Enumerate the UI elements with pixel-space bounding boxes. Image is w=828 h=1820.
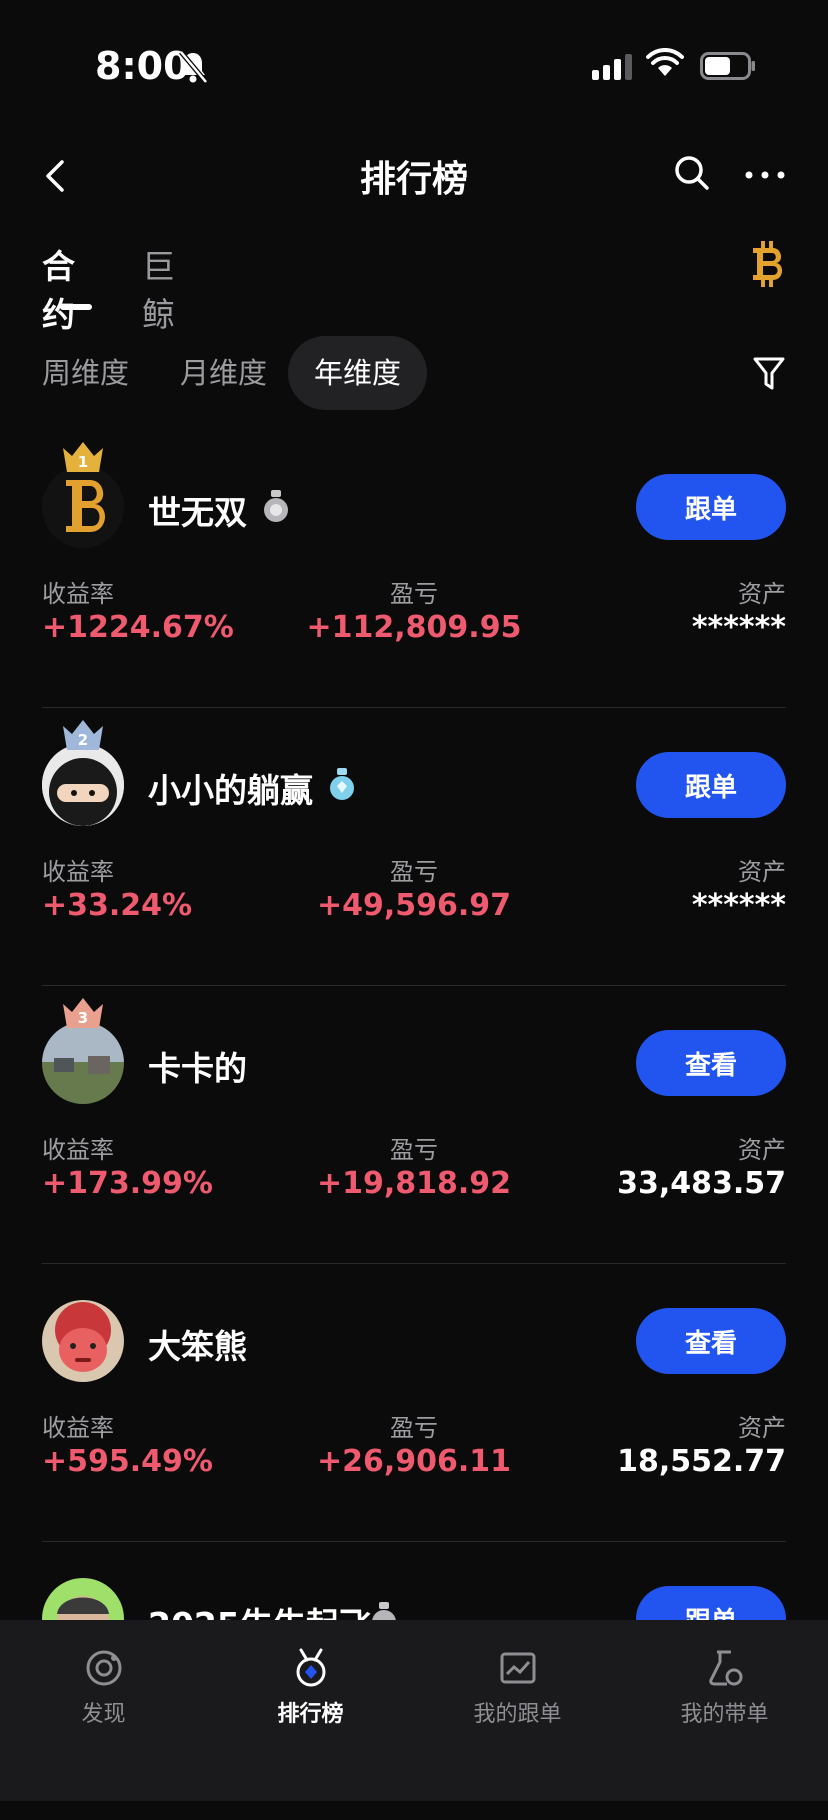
nav-my-lead[interactable]: 我的带单 bbox=[621, 1648, 828, 1728]
stat-label-pnl: 盈亏 bbox=[390, 1136, 438, 1164]
view-button[interactable]: 查看 bbox=[636, 1030, 786, 1096]
trader-name: 小小的躺赢 bbox=[148, 771, 313, 810]
wifi-icon bbox=[646, 48, 684, 76]
tab-whale[interactable]: 巨鲸 bbox=[142, 240, 175, 336]
stat-label-assets: 资产 bbox=[738, 1136, 786, 1164]
more-icon[interactable] bbox=[744, 170, 786, 180]
cartoon-avatar-icon bbox=[42, 1300, 124, 1382]
assets-value: ****** bbox=[691, 610, 786, 645]
bitcoin-logo-icon bbox=[42, 466, 124, 548]
photo-avatar-icon bbox=[42, 1022, 124, 1104]
bitcoin-icon[interactable] bbox=[748, 240, 788, 288]
ninja-avatar-icon bbox=[42, 744, 124, 826]
rank-crown-icon: 3 bbox=[63, 998, 103, 1028]
trader-name: 卡卡的 bbox=[148, 1049, 247, 1088]
nav-header: 排行榜 bbox=[0, 140, 828, 210]
tab-contract[interactable]: 合约 bbox=[42, 240, 75, 336]
cellular-signal-icon bbox=[592, 54, 632, 80]
battery-icon bbox=[700, 52, 755, 80]
trader-card[interactable]: 3 卡卡的 查看 收益率 盈亏 资产 +173.99% +19,818.92 3… bbox=[0, 986, 828, 1264]
follow-button[interactable]: 跟单 bbox=[636, 752, 786, 818]
bell-off-icon bbox=[179, 50, 208, 84]
status-bar: 8:00 bbox=[0, 0, 828, 130]
period-month[interactable]: 月维度 bbox=[180, 336, 267, 410]
nav-my-lead-label: 我的带单 bbox=[680, 1702, 769, 1727]
stat-label-pnl: 盈亏 bbox=[390, 580, 438, 608]
assets-value: 33,483.57 bbox=[617, 1166, 786, 1201]
rank-number: 3 bbox=[78, 1009, 88, 1027]
flask-icon bbox=[708, 1650, 742, 1686]
filter-icon[interactable] bbox=[752, 356, 786, 392]
nav-my-copy[interactable]: 我的跟单 bbox=[414, 1648, 621, 1728]
avatar bbox=[42, 744, 124, 826]
period-year[interactable]: 年维度 bbox=[288, 336, 428, 410]
trader-name: 大笨熊 bbox=[148, 1327, 247, 1366]
assets-value: ****** bbox=[691, 888, 786, 923]
rank-number: 1 bbox=[78, 453, 88, 471]
discover-icon bbox=[86, 1650, 121, 1686]
medal-icon bbox=[296, 1648, 325, 1687]
avatar bbox=[42, 1300, 124, 1382]
stat-label-pnl: 盈亏 bbox=[390, 858, 438, 886]
stat-label-assets: 资产 bbox=[738, 1414, 786, 1442]
nav-discover-label: 发现 bbox=[81, 1702, 126, 1727]
avatar bbox=[42, 1022, 124, 1104]
rank-number: 2 bbox=[78, 731, 88, 749]
trader-name: 世无双 bbox=[148, 493, 247, 532]
tab-active-indicator bbox=[60, 304, 92, 310]
rank-crown-icon: 2 bbox=[63, 720, 103, 750]
avatar bbox=[42, 466, 124, 548]
search-icon[interactable] bbox=[672, 153, 712, 193]
trader-card[interactable]: 1 世无双 跟单 收益率 盈亏 资产 +1224.67% +112,809.95… bbox=[0, 430, 828, 708]
nav-leaderboard[interactable]: 排行榜 bbox=[207, 1648, 414, 1728]
nav-discover[interactable]: 发现 bbox=[0, 1648, 207, 1728]
view-button[interactable]: 查看 bbox=[636, 1308, 786, 1374]
nav-my-copy-label: 我的跟单 bbox=[473, 1702, 562, 1727]
medal-silver-icon bbox=[264, 490, 288, 522]
chart-board-icon bbox=[500, 1652, 535, 1684]
stat-label-assets: 资产 bbox=[738, 580, 786, 608]
medal-diamond-icon bbox=[330, 768, 354, 800]
nav-leaderboard-label: 排行榜 bbox=[277, 1702, 344, 1727]
follow-button[interactable]: 跟单 bbox=[636, 474, 786, 540]
assets-value: 18,552.77 bbox=[617, 1444, 786, 1479]
trader-card[interactable]: 2 小小的躺赢 跟单 收益率 盈亏 资产 +33.24% +49,596.97 … bbox=[0, 708, 828, 986]
bottom-nav: 发现 排行榜 我的跟单 我的带单 bbox=[0, 1620, 828, 1801]
rank-crown-icon: 1 bbox=[63, 442, 103, 472]
stat-label-pnl: 盈亏 bbox=[390, 1414, 438, 1442]
stat-label-assets: 资产 bbox=[738, 858, 786, 886]
period-week[interactable]: 周维度 bbox=[42, 336, 129, 410]
status-time: 8:00 bbox=[95, 44, 190, 88]
period-filter: 周维度 月维度 年维度 bbox=[0, 336, 828, 410]
trader-card[interactable]: 大笨熊 查看 收益率 盈亏 资产 +595.49% +26,906.11 18,… bbox=[0, 1264, 828, 1542]
